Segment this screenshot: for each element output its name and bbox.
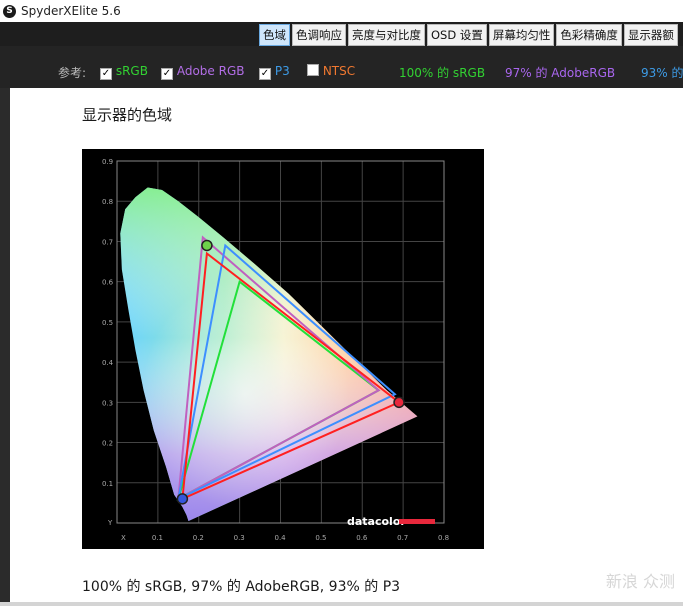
- watermark: 新浪 众测: [605, 572, 675, 591]
- y-axis-label: Y: [107, 519, 113, 527]
- ref-p3-option[interactable]: ✓ P3: [259, 64, 290, 80]
- y-tick-label: 0.1: [102, 480, 113, 488]
- window-title: SpyderXElite 5.6: [21, 4, 121, 18]
- result-adobe: 97% 的 AdobeRGB: [505, 66, 616, 80]
- x-tick-label: 0.5: [315, 534, 326, 542]
- ref-srgb-checkbox[interactable]: ✓: [100, 68, 112, 80]
- measured-point-1: [393, 396, 405, 409]
- measured-point-2: [176, 493, 189, 505]
- x-axis-label: X: [121, 534, 126, 542]
- reference-label: 参考:: [58, 66, 87, 80]
- y-tick-label: 0.3: [102, 399, 113, 407]
- left-panel-edge: [0, 88, 10, 606]
- bottom-edge: [0, 602, 683, 606]
- cie-diagram: X 0.1 0.2 0.3 0.4 0.5 0.6 0.7 0.8 Y 0.1 0.2 0.3 0.4 0.…: [82, 149, 484, 549]
- x-tick-label: 0.3: [234, 534, 245, 542]
- window-titlebar: S SpyderXElite 5.6: [0, 0, 683, 22]
- y-tick-label: 0.2: [102, 440, 113, 448]
- app-logo-icon: S: [3, 4, 16, 18]
- x-tick-label: 0.2: [193, 534, 204, 542]
- y-tick-label: 0.9: [102, 158, 113, 166]
- y-tick-label: 0.8: [102, 198, 113, 206]
- result-srgb: 100% 的 sRGB: [399, 66, 486, 80]
- x-tick-label: 0.6: [356, 534, 368, 542]
- x-tick-label: 0.1: [152, 534, 163, 542]
- tab-screen-uniformity[interactable]: 屏幕均匀性: [488, 24, 555, 46]
- tab-bar: 色域 色调响应 亮度与对比度 OSD 设置 屏幕均匀性 色彩精确度 显示器额: [259, 24, 680, 46]
- ref-srgb-option[interactable]: ✓ sRGB: [100, 64, 148, 80]
- measured-point-0: [201, 239, 213, 252]
- tab-osd-settings[interactable]: OSD 设置: [427, 24, 487, 46]
- tab-display-more[interactable]: 显示器额: [623, 24, 678, 46]
- gamut-caption: 100% 的 sRGB, 97% 的 AdobeRGB, 93% 的 P3: [82, 579, 401, 595]
- x-tick-label: 0.7: [397, 534, 408, 542]
- x-tick-label: 0.4: [275, 534, 287, 542]
- ref-adobe-option[interactable]: ✓ Adobe RGB: [161, 64, 244, 80]
- section-title: 显示器的色域: [82, 106, 173, 124]
- tab-gamut[interactable]: 色域: [259, 24, 290, 46]
- y-tick-label: 0.7: [102, 238, 113, 246]
- gamut-chart: X 0.1 0.2 0.3 0.4 0.5 0.6 0.7 0.8 Y 0.1 0.2 0.3 0.4 0.…: [82, 149, 484, 549]
- reference-bar: 参考: ✓ sRGB ✓ Adobe RGB ✓ P3 NTSC 100% 的 …: [0, 46, 683, 88]
- ref-ntsc-option[interactable]: NTSC: [307, 64, 355, 78]
- datacolor-logo: datacolor: [347, 515, 406, 528]
- tab-color-accuracy[interactable]: 色彩精确度: [556, 24, 622, 46]
- result-p3: 93% 的: [641, 66, 683, 80]
- y-tick-label: 0.4: [102, 359, 114, 367]
- datacolor-logo-bar: [399, 519, 435, 524]
- x-tick-label: 0.8: [438, 534, 449, 542]
- tab-brightness-contrast[interactable]: 亮度与对比度: [348, 24, 425, 46]
- ref-ntsc-checkbox[interactable]: [307, 64, 319, 76]
- ref-p3-checkbox[interactable]: ✓: [259, 68, 271, 80]
- tab-tone-response[interactable]: 色调响应: [292, 24, 346, 46]
- y-tick-label: 0.6: [102, 279, 114, 287]
- ref-adobe-checkbox[interactable]: ✓: [161, 68, 173, 80]
- y-tick-label: 0.5: [102, 319, 113, 327]
